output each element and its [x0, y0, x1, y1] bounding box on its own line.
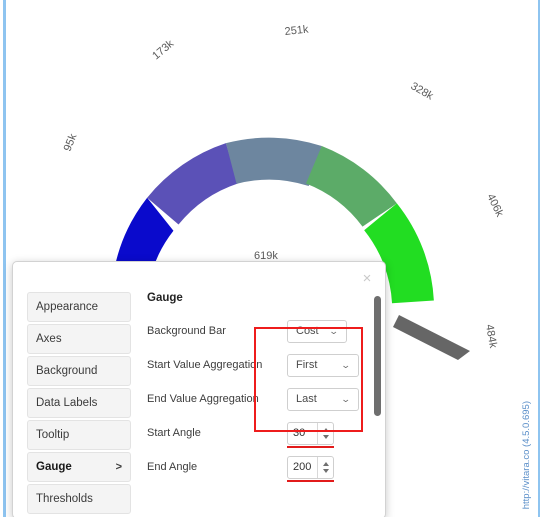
- background-bar-select[interactable]: Cost ⌄: [287, 319, 347, 343]
- field-start-value-aggregation: Start Value Aggregation First ⌄: [147, 349, 371, 381]
- gauge-tick-label-5: 484k: [483, 323, 499, 349]
- sidebar-item-label: Appearance: [36, 301, 99, 313]
- gauge-segment-2: [147, 143, 238, 225]
- field-label: Start Value Aggregation: [147, 359, 263, 371]
- arrow-up-icon[interactable]: [322, 427, 329, 432]
- sidebar-item-background[interactable]: Background: [27, 356, 131, 386]
- pane-scrollbar-thumb[interactable]: [374, 296, 381, 416]
- gauge-segment-4: [305, 146, 397, 227]
- gauge-tick-label-3: 328k: [409, 80, 436, 103]
- start-angle-arrows[interactable]: [317, 422, 333, 444]
- select-value: Last: [296, 393, 317, 405]
- sidebar-item-tooltip[interactable]: Tooltip: [27, 420, 131, 450]
- arrow-down-icon[interactable]: [322, 434, 329, 439]
- gauge-needle: [393, 315, 470, 360]
- gauge-tick-label-1: 173k: [150, 37, 176, 62]
- sidebar-item-axes[interactable]: Axes: [27, 324, 131, 354]
- start-angle-highlight-underline: [287, 445, 334, 448]
- dialog-body: Appearance Axes Background Data Labels T…: [13, 262, 385, 514]
- chevron-down-icon: ⌄: [341, 393, 352, 404]
- start-angle-value[interactable]: 30: [288, 423, 317, 444]
- gauge-tick-label-2: 251k: [284, 24, 309, 38]
- field-start-angle: Start Angle 30: [147, 417, 371, 449]
- sidebar-item-label: Gauge: [36, 461, 72, 473]
- sidebar-item-gauge[interactable]: Gauge >: [27, 452, 131, 482]
- vitara-watermark: http://vitara.co (4.5.0.695): [521, 400, 532, 509]
- field-label: Background Bar: [147, 325, 226, 337]
- start-value-aggregation-select[interactable]: First ⌄: [287, 353, 359, 377]
- select-value: Cost: [296, 325, 319, 337]
- select-value: First: [296, 359, 318, 371]
- screenshot-root: 95k 173k 251k 328k 406k 484k 619k http:/…: [0, 0, 544, 517]
- pane-scrollbar[interactable]: [372, 292, 383, 488]
- end-angle-highlight-underline: [287, 479, 334, 482]
- section-title-gauge: Gauge: [147, 292, 183, 304]
- field-end-angle: End Angle 200: [147, 451, 371, 483]
- field-label: End Value Aggregation: [147, 393, 259, 405]
- sidebar-item-thresholds[interactable]: Thresholds: [27, 484, 131, 514]
- sidebar-item-label: Data Labels: [36, 397, 98, 409]
- gauge-tick-label-0: 95k: [62, 132, 80, 153]
- chevron-down-icon: ⌄: [341, 359, 352, 370]
- sidebar-item-appearance[interactable]: Appearance: [27, 292, 131, 322]
- end-angle-wrap: 200: [287, 455, 334, 482]
- end-value-aggregation-select[interactable]: Last ⌄: [287, 387, 359, 411]
- field-end-value-aggregation: End Value Aggregation Last ⌄: [147, 383, 371, 415]
- settings-nav: Appearance Axes Background Data Labels T…: [13, 292, 131, 514]
- sidebar-item-data-labels[interactable]: Data Labels: [27, 388, 131, 418]
- field-label: Start Angle: [147, 427, 201, 439]
- gauge-tick-label-4: 406k: [484, 192, 505, 219]
- end-angle-arrows[interactable]: [317, 456, 333, 478]
- close-icon[interactable]: ×: [359, 271, 375, 287]
- settings-pane: Gauge Background Bar Cost ⌄ Start Value …: [131, 292, 385, 488]
- arrow-down-icon[interactable]: [322, 468, 329, 473]
- end-angle-stepper[interactable]: 200: [287, 455, 334, 479]
- field-background-bar: Background Bar Cost ⌄: [147, 315, 371, 347]
- start-angle-stepper[interactable]: 30: [287, 421, 334, 445]
- start-angle-wrap: 30: [287, 421, 334, 448]
- gauge-segment-3: [225, 137, 322, 186]
- chevron-down-icon: ⌄: [329, 325, 340, 336]
- arrow-up-icon[interactable]: [322, 461, 329, 466]
- field-label: End Angle: [147, 461, 198, 473]
- end-angle-value[interactable]: 200: [288, 457, 317, 478]
- sidebar-item-label: Thresholds: [36, 493, 93, 505]
- chart-settings-dialog: × Appearance Axes Background Data Labels: [12, 261, 386, 517]
- sidebar-item-label: Axes: [36, 333, 62, 345]
- sidebar-item-label: Background: [36, 365, 98, 377]
- sidebar-item-label: Tooltip: [36, 429, 70, 441]
- chevron-right-icon: >: [115, 461, 122, 473]
